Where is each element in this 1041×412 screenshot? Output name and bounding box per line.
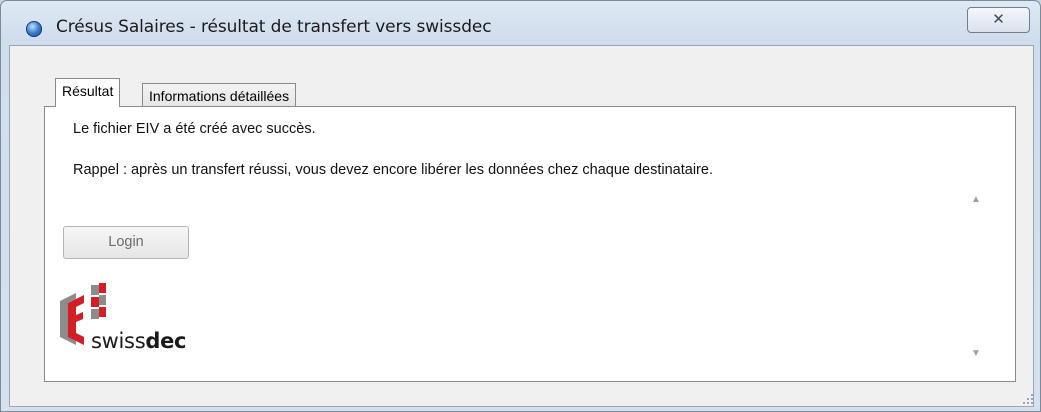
vertical-scrollbar[interactable]: ▲ ▼: [961, 191, 991, 363]
close-button[interactable]: ✕: [967, 7, 1030, 33]
dialog-window: Crésus Salaires - résultat de transfert …: [0, 0, 1041, 412]
wordmark-swiss: swiss: [91, 329, 146, 353]
resize-grip-icon[interactable]: [1020, 391, 1034, 405]
scroll-up-arrow-icon[interactable]: ▲: [961, 191, 991, 209]
dialog-client: Résultat Informations détaillées Le fich…: [9, 45, 1034, 407]
wordmark-dec: dec: [145, 329, 187, 353]
tab-resultat[interactable]: Résultat: [55, 78, 121, 107]
result-panel: Le fichier EIV a été créé avec succès. R…: [44, 106, 1016, 382]
app-icon: [26, 21, 42, 37]
title-bar[interactable]: Crésus Salaires - résultat de transfert …: [1, 1, 1040, 45]
success-message: Le fichier EIV a été créé avec succès.: [73, 121, 316, 137]
login-button[interactable]: Login: [63, 226, 189, 259]
swissdec-logo: swissdec: [56, 279, 206, 361]
scroll-down-arrow-icon[interactable]: ▼: [961, 345, 991, 363]
window-title: Crésus Salaires - résultat de transfert …: [56, 17, 492, 37]
reminder-message: Rappel : après un transfert réussi, vous…: [73, 162, 713, 178]
swissdec-wordmark: swissdec: [91, 329, 186, 353]
